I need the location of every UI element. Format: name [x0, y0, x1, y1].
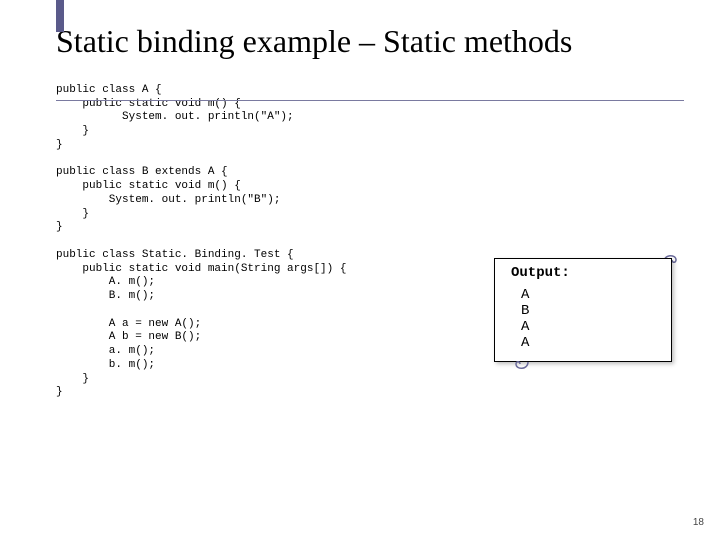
output-box: Output: A B A A [494, 258, 672, 362]
output-label: Output: [511, 265, 661, 281]
output-lines: A B A A [511, 287, 661, 351]
slide: Static binding example – Static methods … [0, 0, 720, 540]
title-underline [56, 100, 684, 101]
slide-title: Static binding example – Static methods [56, 24, 684, 60]
page-number: 18 [693, 517, 704, 528]
accent-bar [56, 0, 64, 32]
scroll-curl-icon [512, 360, 530, 374]
